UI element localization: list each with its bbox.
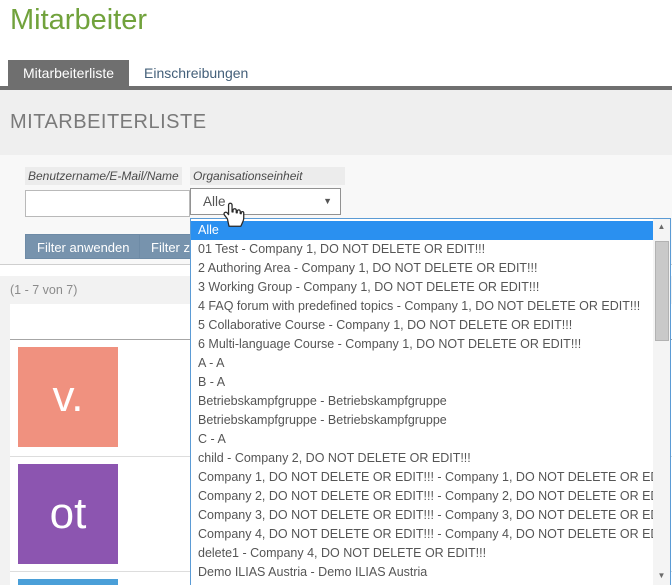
orgunit-field-label: Organisationseinheit [190,167,345,185]
orgunit-select-value: Alle [203,189,226,214]
dropdown-scrollbar[interactable]: ▲ ▼ [653,219,670,585]
scrollbar-thumb[interactable] [655,241,669,341]
dropdown-option[interactable]: 6 Multi-language Course - Company 1, DO … [191,335,653,354]
username-filter-input[interactable] [25,190,190,217]
tab-einschreibungen[interactable]: Einschreibungen [129,60,263,86]
dropdown-option[interactable]: Company 2, DO NOT DELETE OR EDIT!!! - Co… [191,487,653,506]
dropdown-option[interactable]: child - Company 2, DO NOT DELETE OR EDIT… [191,449,653,468]
orgunit-select[interactable]: Alle ▼ [190,188,341,215]
dropdown-option[interactable]: Betriebskampfgruppe - Betriebskampfgrupp… [191,411,653,430]
page-title: Mitarbeiter [10,4,147,37]
dropdown-option[interactable]: 01 Test - Company 1, DO NOT DELETE OR ED… [191,240,653,259]
dropdown-option-list: Alle 01 Test - Company 1, DO NOT DELETE … [191,219,653,585]
dropdown-option[interactable]: Alle [191,221,653,240]
tab-bar: Mitarbeiterliste Einschreibungen [8,60,263,86]
page: Mitarbeiter Mitarbeiterliste Einschreibu… [0,0,672,585]
dropdown-option[interactable]: B - A [191,373,653,392]
dropdown-option[interactable]: Demo ILIAS Austria - Demo ILIAS Austria [191,563,653,582]
dropdown-option[interactable]: 4 FAQ forum with predefined topics - Com… [191,297,653,316]
avatar: ot [18,464,118,564]
scroll-down-icon[interactable]: ▼ [653,571,670,580]
avatar [18,579,118,585]
dropdown-option[interactable]: Company 4, DO NOT DELETE OR EDIT!!! - Co… [191,525,653,544]
apply-filter-button[interactable]: Filter anwenden [25,234,142,259]
section-heading: MITARBEITERLISTE [10,111,207,134]
dropdown-option[interactable]: delete1 - Company 4, DO NOT DELETE OR ED… [191,544,653,563]
avatar: v. [18,347,118,447]
left-gutter [0,304,10,585]
username-field-label: Benutzername/E-Mail/Name [25,167,182,185]
dropdown-option[interactable]: Betriebskampfgruppe - Betriebskampfgrupp… [191,392,653,411]
dropdown-option[interactable]: Company 1, DO NOT DELETE OR EDIT!!! - Co… [191,468,653,487]
dropdown-option[interactable]: 5 Collaborative Course - Company 1, DO N… [191,316,653,335]
dropdown-option[interactable]: 2 Authoring Area - Company 1, DO NOT DEL… [191,259,653,278]
dropdown-option[interactable]: C - A [191,430,653,449]
dropdown-option[interactable]: A - A [191,354,653,373]
orgunit-dropdown-popup: Alle 01 Test - Company 1, DO NOT DELETE … [190,218,671,585]
pagination-label: (1 - 7 von 7) [10,276,77,304]
chevron-down-icon: ▼ [323,189,332,214]
dropdown-option[interactable]: 3 Working Group - Company 1, DO NOT DELE… [191,278,653,297]
scroll-up-icon[interactable]: ▲ [653,222,670,231]
dropdown-option[interactable]: Company 3, DO NOT DELETE OR EDIT!!! - Co… [191,506,653,525]
tab-mitarbeiterliste[interactable]: Mitarbeiterliste [8,60,129,86]
